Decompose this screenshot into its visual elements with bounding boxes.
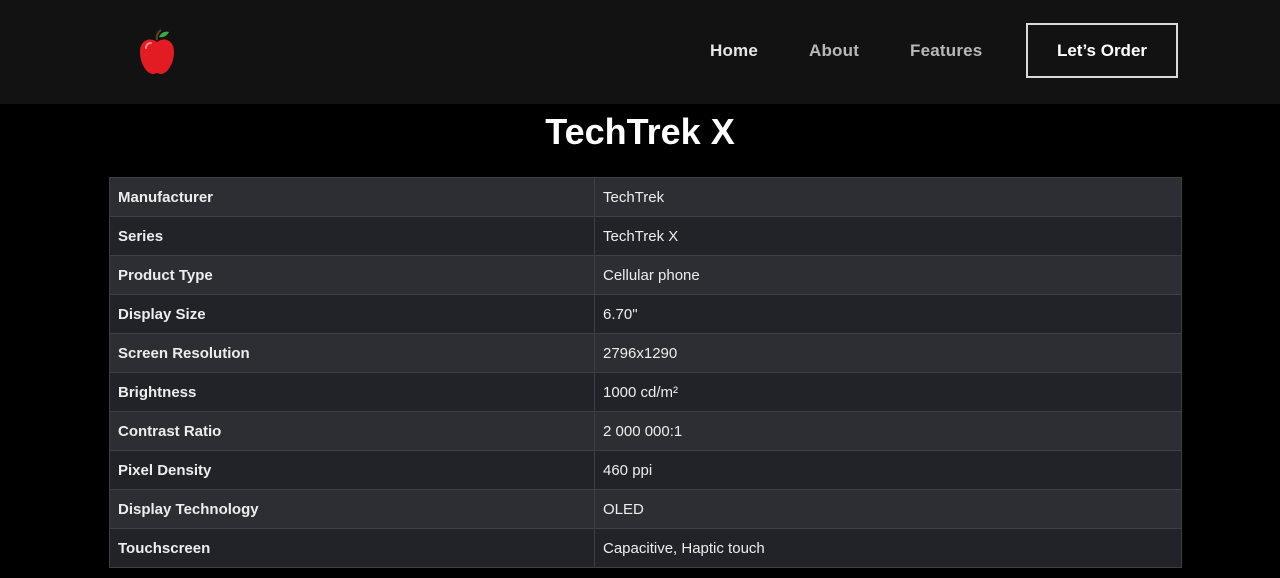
spec-label: Display Technology [109,489,595,529]
page-title: TechTrek X [545,111,735,152]
table-row: Manufacturer TechTrek [109,177,1182,217]
spec-value: TechTrek [594,177,1182,217]
nav-link-features[interactable]: Features [910,41,982,61]
spec-label: Brightness [109,372,595,412]
spec-value: Cellular phone [594,255,1182,295]
lets-order-button[interactable]: Let’s Order [1026,23,1178,78]
apple-icon[interactable] [136,28,178,78]
nav-link-about[interactable]: About [809,41,859,61]
spec-label: Touchscreen [109,528,595,568]
nav-link-home[interactable]: Home [710,41,758,61]
spec-value: 6.70" [594,294,1182,334]
spec-value: 460 ppi [594,450,1182,490]
table-row: Display Size 6.70" [109,294,1182,334]
spec-value: 1000 cd/m² [594,372,1182,412]
spec-value: Capacitive, Haptic touch [594,528,1182,568]
spec-label: Contrast Ratio [109,411,595,451]
spec-label: Series [109,216,595,256]
navbar: Home About Features Let’s Order [0,0,1280,104]
spec-label: Pixel Density [109,450,595,490]
table-row: Series TechTrek X [109,216,1182,256]
spec-value: TechTrek X [594,216,1182,256]
spec-value: 2796x1290 [594,333,1182,373]
table-row: Screen Resolution 2796x1290 [109,333,1182,373]
table-row: Brightness 1000 cd/m² [109,372,1182,412]
spec-value: 2 000 000:1 [594,411,1182,451]
spec-table: Manufacturer TechTrek Series TechTrek X … [109,177,1182,568]
table-row: Touchscreen Capacitive, Haptic touch [109,528,1182,568]
table-row: Display Technology OLED [109,489,1182,529]
table-row: Pixel Density 460 ppi [109,450,1182,490]
spec-label: Manufacturer [109,177,595,217]
spec-label: Screen Resolution [109,333,595,373]
spec-label: Display Size [109,294,595,334]
table-row: Product Type Cellular phone [109,255,1182,295]
table-row: Contrast Ratio 2 000 000:1 [109,411,1182,451]
spec-label: Product Type [109,255,595,295]
spec-value: OLED [594,489,1182,529]
